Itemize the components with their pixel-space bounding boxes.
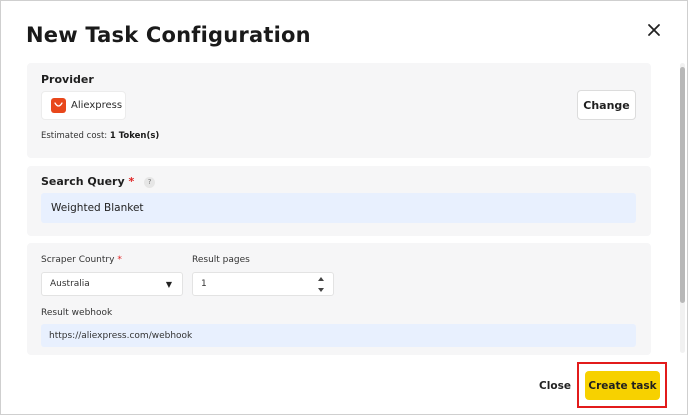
search-query-input[interactable]: Weighted Blanket: [41, 193, 636, 223]
close-icon[interactable]: [644, 20, 664, 40]
scraper-settings-section: Scraper Country * Australia ▼ Result pag…: [27, 243, 651, 355]
result-pages-label: Result pages: [192, 255, 250, 265]
task-config-modal: New Task Configuration Provider Aliexpre…: [0, 0, 688, 415]
scraper-country-select[interactable]: Australia ▼: [41, 272, 183, 296]
result-pages-value: 1: [201, 279, 207, 289]
result-pages-input[interactable]: 1: [192, 272, 334, 296]
help-icon[interactable]: ?: [144, 176, 156, 188]
scrollbar-track[interactable]: [680, 63, 685, 353]
required-marker: *: [128, 175, 135, 188]
number-spinner: [317, 277, 325, 292]
result-webhook-input[interactable]: https://aliexpress.com/webhook: [41, 324, 636, 347]
search-query-label: Search Query: [41, 175, 125, 188]
scraper-country-value: Australia: [50, 279, 90, 289]
provider-name: Aliexpress: [71, 100, 123, 111]
estimated-cost-value: 1 Token(s): [109, 131, 160, 141]
provider-section: Provider Aliexpress Change Estimated cos…: [27, 63, 651, 158]
scraper-country-label-row: Scraper Country *: [41, 255, 122, 265]
provider-label: Provider: [41, 73, 94, 86]
increment-arrow-icon[interactable]: [318, 277, 324, 281]
provider-chip: Aliexpress: [41, 91, 126, 120]
caret-down-icon: ▼: [165, 279, 172, 289]
create-task-button[interactable]: Create task: [585, 371, 660, 400]
scraper-country-label: Scraper Country: [41, 255, 115, 265]
scrollbar-thumb[interactable]: [680, 67, 685, 303]
required-marker: *: [117, 255, 122, 265]
change-provider-button[interactable]: Change: [577, 90, 636, 120]
search-query-section: Search Query * ? Weighted Blanket: [27, 166, 651, 236]
estimated-cost-label: Estimated cost:: [41, 131, 108, 141]
search-query-label-row: Search Query * ?: [41, 175, 156, 188]
close-button[interactable]: Close: [534, 375, 576, 397]
modal-title: New Task Configuration: [26, 23, 311, 47]
result-webhook-label: Result webhook: [41, 308, 113, 318]
decrement-arrow-icon[interactable]: [318, 288, 324, 292]
aliexpress-logo-icon: [51, 98, 66, 113]
estimated-cost: Estimated cost: 1 Token(s): [41, 131, 159, 141]
